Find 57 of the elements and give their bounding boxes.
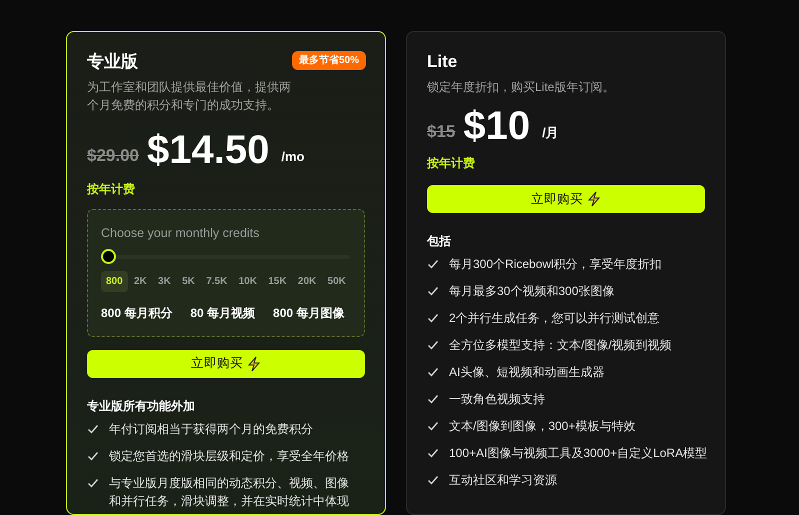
features-title: 包括 — [427, 233, 452, 250]
credit-option[interactable]: 50K — [322, 270, 351, 292]
feature-text: 2个并行生成任务，您可以并行测试创意 — [449, 310, 660, 327]
credit-stat: 800 每月积分 — [101, 304, 172, 322]
feature-text: 每月300个Ricebowl积分，享受年度折扣 — [449, 256, 662, 273]
price-period: /月 — [542, 124, 559, 142]
buy-button[interactable]: 立即购买 — [427, 185, 705, 213]
check-icon — [87, 422, 99, 435]
check-icon — [427, 474, 439, 486]
old-price: $15 — [427, 120, 456, 142]
plan-description: 锁定年度折扣，购买Lite版年订阅。 — [427, 79, 616, 96]
feature-text: 锁定您首选的滑块层级和定价，享受全年价格 — [109, 448, 350, 465]
slider-thumb[interactable] — [101, 248, 116, 264]
check-icon — [427, 447, 439, 459]
feature-text: AI头像、短视频和动画生成器 — [449, 364, 604, 381]
check-icon — [427, 285, 439, 297]
credit-option[interactable]: 20K — [292, 270, 322, 292]
feature-text: 每月最多30个视频和300张图像 — [449, 283, 614, 300]
feature-text: 100+AI图像与视频工具及3000+自定义LoRA模型 — [449, 445, 708, 462]
credit-option[interactable]: 5K — [177, 270, 200, 292]
price: $14.50 — [147, 127, 270, 174]
check-icon — [87, 476, 99, 489]
feature-text: 一致角色视频支持 — [449, 391, 545, 408]
check-icon — [427, 339, 439, 351]
credit-stat: 80 每月视频 — [190, 304, 256, 322]
lightning-icon — [247, 356, 261, 372]
lightning-icon — [587, 191, 601, 207]
check-icon — [427, 366, 439, 378]
credit-option[interactable]: 800 — [101, 270, 128, 292]
check-icon — [427, 420, 439, 432]
feature-text: 年付订阅相当于获得两个月的免费积分 — [109, 420, 314, 438]
credit-option[interactable]: 15K — [263, 270, 292, 292]
features-title: 专业版所有功能外加 — [87, 398, 196, 415]
credit-option[interactable]: 10K — [234, 270, 262, 292]
feature-text: 全方位多模型支持：文本/图像/视频到视频 — [449, 337, 672, 354]
feature-text: 与专业版月度版相同的动态积分、视频、图像和并行任务，滑块调整，并在实时统计中体现 — [109, 474, 350, 510]
price: $10 — [463, 103, 530, 150]
credits-label: Choose your monthly credits — [101, 225, 260, 242]
billing-label: 按年计费 — [87, 181, 136, 198]
check-icon — [87, 450, 99, 462]
credit-option[interactable]: 2K — [128, 270, 152, 292]
billing-label: 按年计费 — [427, 155, 476, 172]
check-icon — [427, 393, 439, 405]
discount-badge: 最多节省50% — [292, 51, 366, 70]
plan-title: Lite — [427, 51, 458, 73]
credit-stat: 800 每月图像 — [273, 304, 344, 322]
price-period: /mo — [281, 148, 304, 166]
buy-button[interactable]: 立即购买 — [87, 350, 365, 378]
plan-description: 为工作室和团队提供最佳价值，提供两个月免费的积分和专门的成功支持。 — [87, 79, 292, 114]
credit-option[interactable]: 7.5K — [201, 270, 232, 292]
check-icon — [427, 258, 439, 270]
feature-text: 互动社区和学习资源 — [449, 472, 557, 489]
plan-title: 专业版 — [87, 51, 138, 73]
credit-option[interactable]: 3K — [153, 270, 176, 292]
check-icon — [427, 312, 439, 324]
feature-text: 文本/图像到图像，300+模板与特效 — [449, 418, 636, 435]
old-price: $29.00 — [87, 144, 139, 166]
